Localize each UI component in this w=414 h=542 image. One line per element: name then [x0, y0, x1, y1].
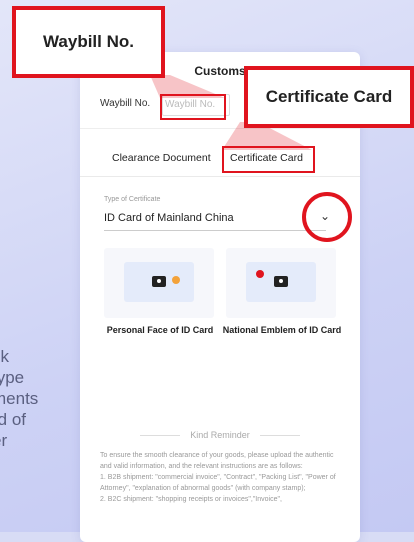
- chevron-highlight: [302, 192, 352, 242]
- waybill-highlight: [160, 94, 226, 120]
- callout-waybill: Waybill No.: [12, 6, 165, 78]
- callout-certificate-card: Certificate Card: [244, 66, 414, 128]
- certificate-card-highlight: [222, 146, 315, 173]
